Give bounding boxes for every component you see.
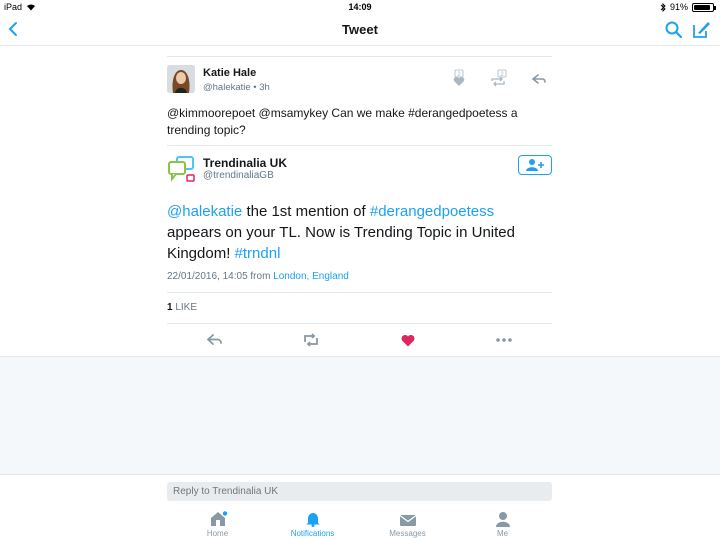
battery-percent: 91% — [669, 2, 688, 12]
more-dots-icon — [496, 338, 512, 342]
author-name[interactable]: Katie Hale — [203, 67, 256, 79]
divider — [167, 145, 552, 146]
bell-icon — [305, 513, 320, 527]
tab-messages[interactable]: Messages — [360, 509, 455, 540]
page-title: Tweet — [342, 22, 378, 37]
nav-bar: Tweet — [0, 14, 720, 46]
in-reply-to-tweet[interactable]: Katie Hale @halekatie • 3h 2 2 @kimmoore… — [167, 57, 552, 152]
status-time: 14:09 — [348, 2, 372, 12]
reply-icon — [207, 334, 223, 345]
author-handle: @trendinaliaGB — [203, 170, 274, 181]
reply-input[interactable] — [167, 482, 552, 501]
tweet-text: @halekatie the 1st mention of #derangedp… — [167, 201, 552, 264]
bottom-bar: Home Notifications Messages Me — [0, 474, 720, 540]
avatar[interactable] — [167, 155, 197, 185]
author-name[interactable]: Trendinalia UK — [203, 156, 287, 170]
mention-link[interactable]: @halekatie — [167, 203, 242, 220]
heart-icon: 2 — [453, 69, 465, 86]
compose-icon — [693, 22, 710, 38]
heart-icon — [401, 334, 415, 346]
tweet-text-segment: the 1st mention of — [242, 203, 370, 220]
tab-label: Me — [496, 529, 509, 538]
tab-notifications[interactable]: Notifications — [265, 509, 360, 540]
tweet-text: @kimmoorepoet @msamykey Can we make #der… — [167, 106, 518, 137]
search-button[interactable] — [664, 20, 684, 40]
add-user-icon — [526, 159, 544, 171]
likes-count[interactable]: 1 LIKE — [167, 302, 197, 313]
bluetooth-icon — [660, 2, 666, 12]
avatar-photo — [167, 65, 195, 93]
more-button[interactable] — [494, 332, 514, 348]
reply-button[interactable] — [530, 69, 548, 87]
empty-area — [0, 356, 720, 474]
user-icon — [495, 512, 510, 527]
divider — [167, 323, 552, 324]
tweet-actions — [167, 327, 552, 353]
tweet-text-segment: appears on your TL. Now is Trending Topi… — [167, 224, 515, 262]
tab-bar: Home Notifications Messages Me — [170, 509, 550, 540]
avatar[interactable] — [167, 65, 195, 93]
tab-label: Home — [206, 529, 229, 538]
tab-label: Messages — [389, 529, 426, 538]
likes-label: LIKE — [172, 302, 198, 313]
tab-home[interactable]: Home — [170, 509, 265, 540]
hashtag-link[interactable]: #derangedpoetess — [370, 203, 494, 220]
battery-icon — [692, 2, 716, 12]
envelope-icon — [399, 515, 416, 526]
retweet-button[interactable]: 2 — [490, 69, 508, 87]
home-icon — [210, 511, 227, 526]
retweet-icon — [304, 333, 319, 347]
tab-label: Notifications — [290, 529, 335, 538]
compose-button[interactable] — [690, 19, 712, 41]
retweet-icon: 2 — [491, 69, 507, 87]
tweet-meta: 22/01/2016, 14:05 from London, England — [167, 271, 349, 282]
like-button[interactable] — [398, 332, 418, 348]
divider — [167, 292, 552, 293]
retweet-button[interactable] — [301, 332, 321, 348]
follow-button[interactable] — [518, 155, 552, 175]
tweet-detail: Katie Hale @halekatie • 3h 2 2 @kimmoore… — [0, 47, 720, 356]
tab-me[interactable]: Me — [455, 509, 550, 540]
trendinalia-logo-icon — [168, 156, 195, 182]
like-button[interactable]: 2 — [450, 69, 468, 87]
hashtag-link[interactable]: #trndnl — [235, 245, 281, 262]
search-icon — [665, 21, 683, 39]
reply-button[interactable] — [205, 332, 225, 348]
location-link[interactable]: London, England — [273, 271, 349, 282]
status-bar: iPad 14:09 91% — [0, 0, 720, 14]
author-handle: @halekatie • 3h — [203, 82, 270, 93]
reply-icon — [531, 74, 546, 84]
timestamp: 22/01/2016, 14:05 from — [167, 271, 274, 282]
